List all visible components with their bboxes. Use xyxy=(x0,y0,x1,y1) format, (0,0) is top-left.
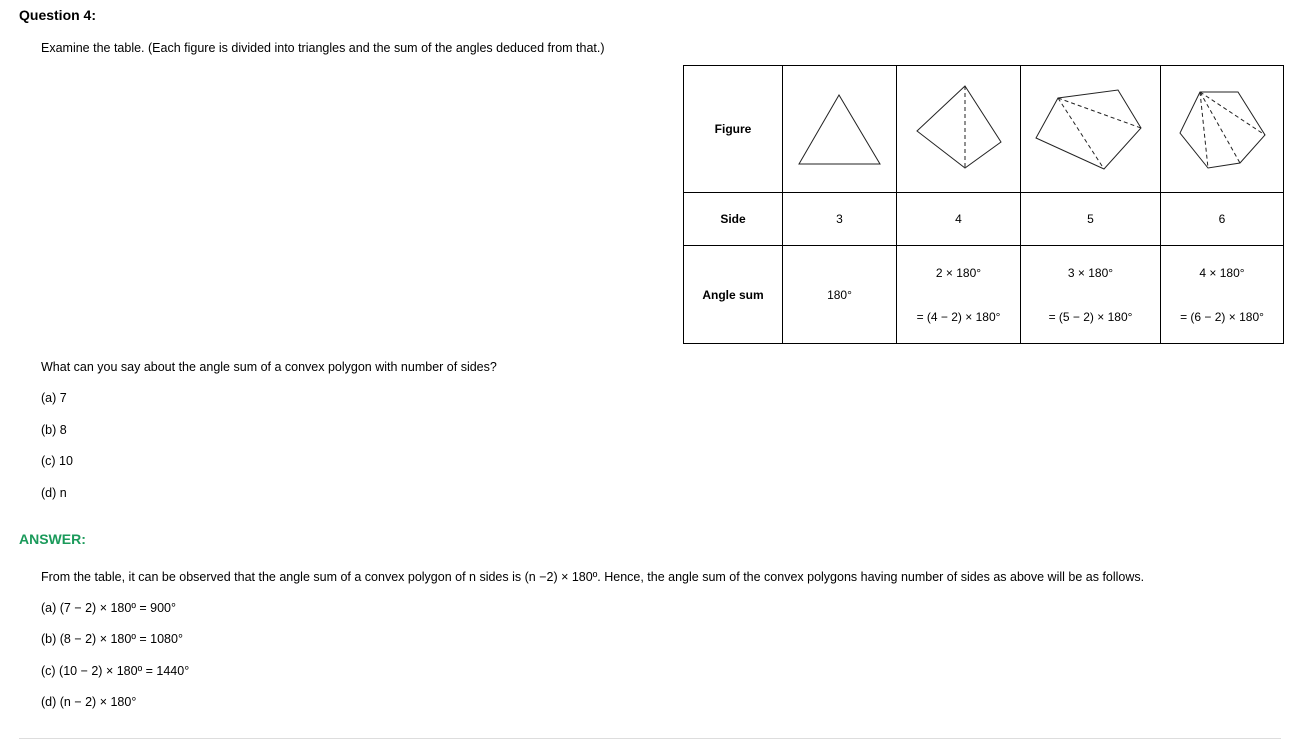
angle-sum-formula: = (6 − 2) × 180° xyxy=(1180,309,1264,324)
diagonal-dashed xyxy=(1199,91,1241,164)
answer-label: ANSWER: xyxy=(19,531,86,547)
angle-sum: 2 × 180° xyxy=(935,265,982,280)
divider xyxy=(19,738,1281,739)
angle-sum-cell: 2 × 180° = (4 − 2) × 180° xyxy=(896,245,1021,344)
angle-sum-formula: = (5 − 2) × 180° xyxy=(1048,309,1133,324)
question-prompt: What can you say about the angle sum of … xyxy=(41,360,497,374)
side-value: 3 xyxy=(782,192,897,246)
angle-sum: 3 × 180° xyxy=(1067,265,1114,280)
diagonal-dashed xyxy=(1199,91,1266,136)
angle-sum-cell: 4 × 180° = (6 − 2) × 180° xyxy=(1160,245,1284,344)
side-value: 6 xyxy=(1160,192,1284,246)
triangle-shape xyxy=(798,94,881,165)
diagonal-dashed xyxy=(1057,97,1142,129)
side-value: 5 xyxy=(1020,192,1161,246)
angle-sum-cell: 3 × 180° = (5 − 2) × 180° xyxy=(1020,245,1161,344)
quadrilateral-shape xyxy=(916,85,1002,169)
angle-sum-cell: 180° xyxy=(782,245,897,344)
row-label-angle-sum: Angle sum xyxy=(683,245,783,344)
figures-drawing xyxy=(798,85,1266,170)
answer-c: (c) (10 − 2) × 180º = 1440° xyxy=(41,664,190,678)
angle-sum-formula: = (4 − 2) × 180° xyxy=(916,309,1001,324)
side-value: 4 xyxy=(896,192,1021,246)
option-a: (a) 7 xyxy=(41,391,67,405)
answer-b: (b) (8 − 2) × 180º = 1080° xyxy=(41,632,183,646)
row-label-side: Side xyxy=(683,192,783,246)
angle-sum: 4 × 180° xyxy=(1199,265,1245,280)
pentagon-shape xyxy=(1035,89,1142,170)
answer-d: (d) (n − 2) × 180° xyxy=(41,695,137,709)
angle-sum: 180° xyxy=(827,287,852,302)
hexagon-shape xyxy=(1179,91,1266,169)
answer-a: (a) (7 − 2) × 180º = 900° xyxy=(41,601,176,615)
option-d: (d) n xyxy=(41,486,67,500)
answer-explanation: From the table, it can be observed that … xyxy=(41,570,1145,584)
option-c: (c) 10 xyxy=(41,454,73,468)
option-b: (b) 8 xyxy=(41,423,67,437)
diagonal-dashed xyxy=(1199,91,1209,169)
